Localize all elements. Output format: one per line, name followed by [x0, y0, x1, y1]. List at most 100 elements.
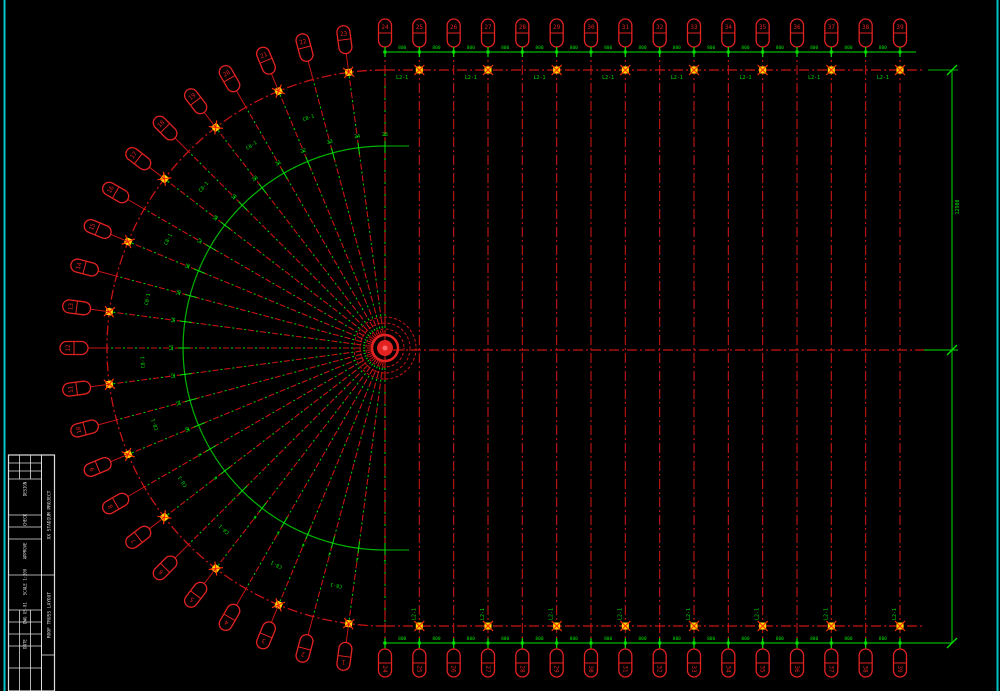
grid-bay-label: L2-1 [602, 75, 614, 81]
axis-bubble-label: 33 [690, 665, 697, 673]
intersection-marker[interactable] [758, 65, 768, 75]
dimension-node [658, 642, 661, 645]
intersection-marker[interactable] [552, 65, 562, 75]
dimension-node [555, 51, 558, 54]
bay-dimension-text: 800 [707, 45, 715, 51]
arc-tick-label: 24 [354, 133, 361, 140]
dimension-node [486, 51, 489, 54]
bay-dimension-text: 800 [570, 636, 578, 642]
grid-bay-label: L2-1 [465, 75, 477, 81]
dimension-node [589, 51, 592, 54]
axis-bubble-label: 23 [340, 30, 348, 38]
axis-bubble-label: 24 [381, 665, 388, 673]
axis-bubble-label: 38 [862, 665, 869, 673]
dimension-node [864, 51, 867, 54]
bay-dimension-text: 800 [467, 636, 475, 642]
grid-bay-label: L2-1 [617, 608, 623, 620]
dimension-node [521, 642, 524, 645]
arc-tick-label: 14 [170, 317, 177, 324]
axis-bubble-label: 36 [793, 665, 800, 673]
grid-bay-label: L2-1 [686, 608, 692, 620]
title-block-title: ROOF TRUSS LAYOUT [47, 592, 53, 638]
bay-dimension-text: 800 [879, 636, 887, 642]
dimension-node [692, 51, 695, 54]
dimension-node [761, 51, 764, 54]
grid-bay-label: L2-1 [823, 608, 829, 620]
bay-dimension-text: 800 [432, 636, 440, 642]
bay-dimension-text: 800 [776, 45, 784, 51]
bay-dimension-text: 800 [570, 45, 578, 51]
intersection-marker[interactable] [758, 621, 768, 631]
dimension-node [452, 642, 455, 645]
dimension-node [384, 642, 387, 645]
bay-dimension-text: 800 [501, 45, 509, 51]
dimension-node [727, 51, 730, 54]
axis-bubble-label: 27 [484, 24, 492, 31]
intersection-marker[interactable] [895, 65, 905, 75]
axis-bubble-label: 33 [690, 24, 698, 31]
intersection-marker[interactable] [895, 621, 905, 631]
axis-bubble-label: 11 [67, 385, 75, 393]
bay-dimension-text: 800 [844, 636, 852, 642]
bay-dimension-text: 800 [776, 636, 784, 642]
axis-bubble-label: 34 [724, 665, 731, 673]
intersection-marker[interactable] [620, 65, 630, 75]
grid-bay-label: L2-1 [808, 75, 820, 81]
dimension-node [624, 642, 627, 645]
dimension-node [589, 642, 592, 645]
intersection-marker[interactable] [483, 621, 493, 631]
bay-dimension-text: 800 [467, 45, 475, 51]
dimension-node [761, 642, 764, 645]
dimension-node [795, 642, 798, 645]
intersection-marker[interactable] [689, 621, 699, 631]
axis-bubble-label: 13 [67, 302, 75, 310]
axis-bubble-label: 39 [896, 665, 903, 673]
dimension-node [898, 642, 901, 645]
intersection-marker[interactable] [552, 621, 562, 631]
intersection-marker[interactable] [826, 621, 836, 631]
dimension-node [727, 642, 730, 645]
dimension-node [692, 642, 695, 645]
dimension-node [898, 51, 901, 54]
axis-bubble-label: 28 [518, 665, 525, 673]
intersection-marker[interactable] [414, 621, 424, 631]
intersection-marker[interactable] [620, 621, 630, 631]
intersection-marker[interactable] [483, 65, 493, 75]
axis-bubble-label: 27 [484, 665, 491, 673]
grid-bay-label: L2-1 [411, 608, 417, 620]
cad-drawing-canvas[interactable]: 2524232221201918171615141312111098765432… [0, 0, 1000, 691]
bay-dimension-text: 800 [398, 636, 406, 642]
dimension-node [452, 51, 455, 54]
bay-dimension-text: 800 [673, 45, 681, 51]
axis-bubble-label: 26 [450, 24, 458, 31]
dimension-node [624, 51, 627, 54]
bay-dimension-text: 800 [604, 636, 612, 642]
axis-bubble-label: 39 [896, 24, 904, 31]
dimension-node [830, 642, 833, 645]
bay-dimension-text: 800 [844, 45, 852, 51]
title-block-project: XX STADIUM PROJECT [47, 490, 53, 539]
bay-dimension-text: 800 [673, 636, 681, 642]
dimension-node [658, 51, 661, 54]
intersection-marker[interactable] [826, 65, 836, 75]
dimension-node [418, 642, 421, 645]
axis-bubble-label: 35 [759, 665, 766, 673]
axis-bubble-label: 26 [450, 665, 457, 673]
axis-bubble-label: 29 [553, 665, 560, 673]
hub-center-point [383, 346, 388, 351]
axis-bubble-label: 32 [656, 24, 664, 31]
grid-bay-label: L2-1 [671, 75, 683, 81]
grid-bay-label: L2-1 [739, 75, 751, 81]
bay-dimension-text: 800 [398, 45, 406, 51]
axis-bubble-label: 32 [656, 665, 663, 673]
bay-dimension-text: 800 [810, 636, 818, 642]
intersection-marker[interactable] [414, 65, 424, 75]
grid-bay-label: L2-1 [533, 75, 545, 81]
bay-dimension-text: 800 [707, 636, 715, 642]
bay-dimension-text: 800 [741, 45, 749, 51]
intersection-marker[interactable] [689, 65, 699, 75]
grid-bay-label: L2-1 [396, 75, 408, 81]
grid-bay-label: L2-1 [549, 608, 555, 620]
dimension-node [486, 642, 489, 645]
axis-bubble-label: 29 [553, 24, 561, 31]
